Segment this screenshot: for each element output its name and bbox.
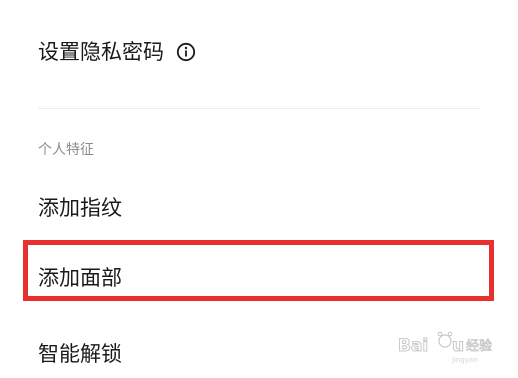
add-face-item[interactable]: 添加面部 [38, 266, 122, 290]
info-circle-icon[interactable] [176, 42, 196, 62]
privacy-password-row[interactable]: 设置隐私密码 [38, 40, 196, 64]
baidu-jingyan-watermark-logo: Bai u 经验 jingyan [396, 326, 496, 366]
svg-text:Bai: Bai [398, 336, 428, 356]
svg-text:经验: 经验 [466, 338, 492, 354]
add-fingerprint-item[interactable]: 添加指纹 [38, 196, 122, 220]
section-header-personal-features: 个人特征 [38, 142, 94, 158]
smart-unlock-item[interactable]: 智能解锁 [38, 342, 122, 366]
add-face-label: 添加面部 [38, 266, 122, 290]
privacy-password-label: 设置隐私密码 [38, 40, 164, 64]
add-fingerprint-label: 添加指纹 [38, 196, 122, 220]
svg-text:u: u [452, 336, 464, 356]
svg-text:jingyan: jingyan [451, 356, 478, 364]
smart-unlock-label: 智能解锁 [38, 342, 122, 366]
section-divider [38, 108, 480, 109]
